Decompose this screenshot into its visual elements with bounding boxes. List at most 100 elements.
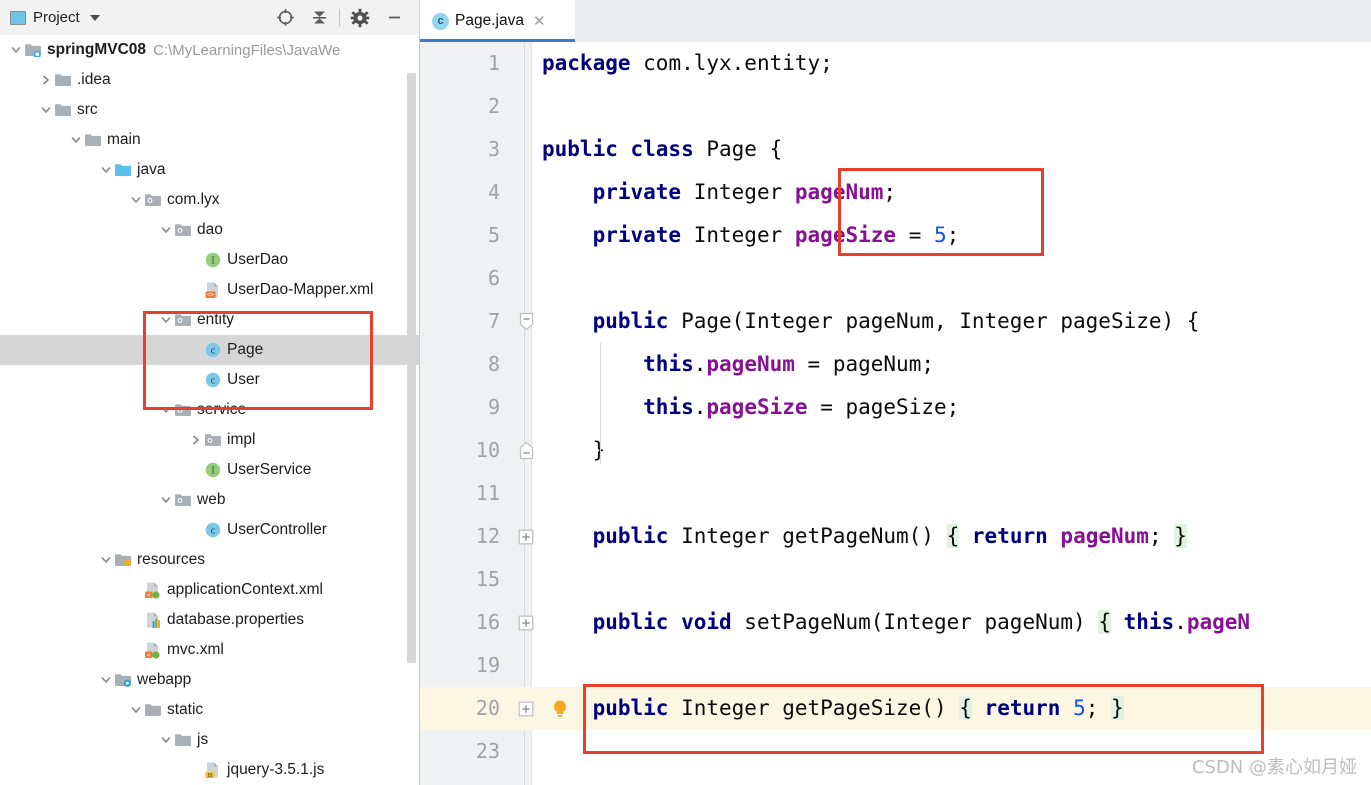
line-number: 19 [475, 653, 500, 677]
collapse-all-icon[interactable] [302, 0, 336, 35]
code-line-8[interactable]: 8 this.pageNum = pageNum; [420, 343, 1371, 386]
line-number: 20 [475, 696, 500, 720]
tab-page-java[interactable]: c Page.java ✕ [420, 0, 575, 42]
tree-node-label: springMVC08 [47, 41, 147, 58]
line-number: 7 [487, 309, 500, 333]
tree-node-entity[interactable]: entity [0, 305, 419, 335]
tree-node-database-properties[interactable]: database.properties [0, 605, 419, 635]
code-line-12[interactable]: 12 public Integer getPageNum() { return … [420, 515, 1371, 558]
code-line-16[interactable]: 16 public void setPageNum(Integer pageNu… [420, 601, 1371, 644]
project-title-button[interactable]: Project [0, 9, 100, 26]
fold-expand-icon[interactable] [517, 601, 535, 644]
tree-node-dao[interactable]: dao [0, 215, 419, 245]
tree-node-webapp[interactable]: webapp [0, 665, 419, 695]
code-line-11[interactable]: 11 [420, 472, 1371, 515]
project-panel-toolbar [268, 0, 411, 35]
chevron-down-icon[interactable] [158, 312, 174, 328]
tree-node-springmvc08[interactable]: springMVC08 C:\MyLearningFiles\JavaWe [0, 35, 419, 65]
tree-node-label: UserDao-Mapper.xml [227, 281, 374, 298]
tree-node-usercontroller[interactable]: c UserController [0, 515, 419, 545]
settings-gear-icon[interactable] [343, 0, 377, 35]
code-line-19[interactable]: 19 [420, 644, 1371, 687]
chevron-down-icon[interactable] [158, 732, 174, 748]
tree-node-static[interactable]: static [0, 695, 419, 725]
tree-node-service[interactable]: service [0, 395, 419, 425]
chevron-down-icon[interactable] [128, 192, 144, 208]
tree-node-page[interactable]: c Page [0, 335, 419, 365]
code-line-4[interactable]: 4 private Integer pageNum; [420, 171, 1371, 214]
code-line-20[interactable]: 20 public Integer getPageSize() { return… [420, 687, 1371, 730]
code-token: 5 [1073, 696, 1086, 720]
tree-node-label: web [197, 491, 226, 508]
chevron-down-icon[interactable] [158, 402, 174, 418]
code-line-7[interactable]: 7 public Page(Integer pageNum, Integer p… [420, 300, 1371, 343]
class-icon: c [204, 341, 222, 359]
chevron-down-icon[interactable] [128, 702, 144, 718]
code-line-3[interactable]: 3 public class Page { [420, 128, 1371, 171]
line-number: 6 [487, 266, 500, 290]
chevron-right-icon[interactable] [38, 72, 54, 88]
chevron-down-icon[interactable] [68, 132, 84, 148]
tree-node-mvc-xml[interactable]: < mvc.xml [0, 635, 419, 665]
code-editor[interactable]: 1 package com.lyx.entity; 2 3 public class P… [420, 42, 1371, 785]
code-lines[interactable]: 1 package com.lyx.entity; 2 3 public class P… [420, 42, 1371, 773]
fold-collapse-icon[interactable] [517, 300, 535, 343]
close-icon[interactable]: ✕ [533, 14, 546, 29]
spring-xml-file-icon: < [144, 641, 162, 659]
tree-node-main[interactable]: main [0, 125, 419, 155]
package-icon [174, 311, 192, 329]
chevron-right-icon[interactable] [188, 432, 204, 448]
tree-node-com-lyx[interactable]: com.lyx [0, 185, 419, 215]
fold-expand-icon[interactable] [517, 687, 535, 730]
tree-node-java[interactable]: java [0, 155, 419, 185]
fold-end-icon[interactable] [517, 429, 535, 472]
chevron-down-icon[interactable] [158, 222, 174, 238]
chevron-down-icon[interactable] [98, 162, 114, 178]
project-scrollbar-track[interactable] [407, 35, 418, 785]
chevron-down-icon[interactable] [8, 42, 24, 58]
code-token: ; [1148, 524, 1175, 548]
chevron-down-icon[interactable] [98, 672, 114, 688]
code-token: pageNum [706, 352, 795, 376]
tree-node-idea[interactable]: .idea [0, 65, 419, 95]
tree-node-userservice[interactable]: I UserService [0, 455, 419, 485]
code-line-6[interactable]: 6 [420, 257, 1371, 300]
code-line-1[interactable]: 1 package com.lyx.entity; [420, 42, 1371, 85]
class-icon: c [204, 521, 222, 539]
ide-window: Project springMVC08 C:\MyLearningFiles\J… [0, 0, 1371, 785]
svg-text:<: < [147, 592, 151, 599]
locate-target-icon[interactable] [268, 0, 302, 35]
line-number: 23 [475, 739, 500, 763]
chevron-down-icon[interactable] [38, 102, 54, 118]
chevron-down-icon[interactable] [158, 492, 174, 508]
tree-twisty-spacer [128, 582, 144, 598]
code-line-15[interactable]: 15 [420, 558, 1371, 601]
tree-node-web[interactable]: web [0, 485, 419, 515]
tree-node-user[interactable]: c User [0, 365, 419, 395]
tree-node-impl[interactable]: impl [0, 425, 419, 455]
code-line-9[interactable]: 9 this.pageSize = pageSize; [420, 386, 1371, 429]
package-icon [174, 221, 192, 239]
tree-node-userdao[interactable]: I UserDao [0, 245, 419, 275]
chevron-down-icon[interactable] [98, 552, 114, 568]
project-tree[interactable]: springMVC08 C:\MyLearningFiles\JavaWe .ide… [0, 35, 419, 785]
code-line-10[interactable]: 10 } [420, 429, 1371, 472]
tree-node-js[interactable]: js [0, 725, 419, 755]
tree-node-label: applicationContext.xml [167, 581, 323, 598]
tree-node-userdao-mapper-xml[interactable]: <> UserDao-Mapper.xml [0, 275, 419, 305]
code-line-2[interactable]: 2 [420, 85, 1371, 128]
code-token: return [971, 524, 1048, 548]
project-scrollbar-thumb[interactable] [407, 73, 416, 663]
fold-expand-icon[interactable] [517, 515, 535, 558]
code-line-5[interactable]: 5 private Integer pageSize = 5; [420, 214, 1371, 257]
tree-node-resources[interactable]: resources [0, 545, 419, 575]
tree-node-applicationcontext-xml[interactable]: < applicationContext.xml [0, 575, 419, 605]
project-tool-window: Project springMVC08 C:\MyLearningFiles\J… [0, 0, 420, 785]
minimize-icon[interactable] [377, 0, 411, 35]
tree-node-jquery-3-5-1-js[interactable]: JS jquery-3.5.1.js [0, 755, 419, 785]
code-token: . [693, 395, 707, 419]
chevron-down-icon[interactable] [89, 14, 100, 21]
code-token: Page { [693, 137, 783, 161]
tree-node-src[interactable]: src [0, 95, 419, 125]
